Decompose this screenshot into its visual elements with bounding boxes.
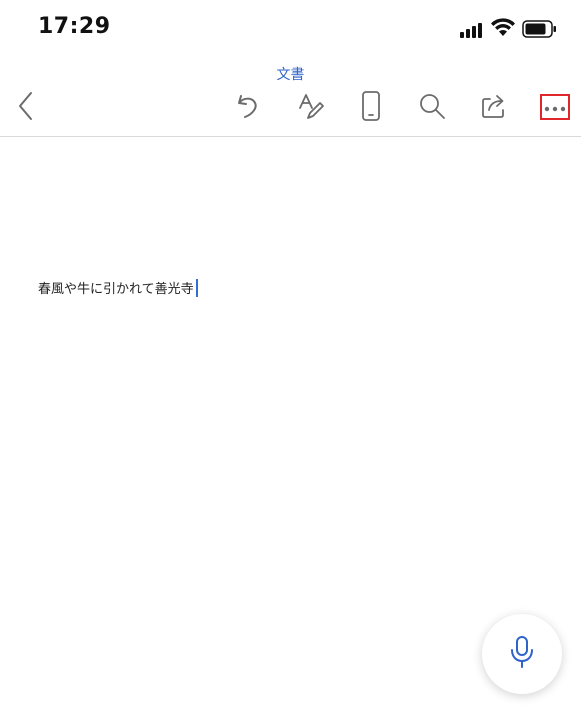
draw-icon (296, 91, 326, 121)
share-icon (479, 91, 509, 121)
share-button[interactable] (476, 88, 512, 124)
back-button[interactable] (8, 88, 44, 124)
search-icon (417, 91, 447, 121)
back-icon (16, 90, 36, 122)
document-title: 文書 (276, 67, 305, 83)
document-body[interactable]: 春風や牛に引かれて善光寺 (38, 279, 198, 300)
undo-button[interactable] (230, 88, 266, 124)
draw-button[interactable] (293, 88, 329, 124)
mobile-view-button[interactable] (353, 88, 389, 124)
document-text: 春風や牛に引かれて善光寺 (38, 282, 194, 297)
dictate-button[interactable] (482, 614, 562, 694)
text-cursor (195, 279, 198, 297)
status-time: 17:29 (38, 14, 111, 39)
signal-icon (460, 22, 484, 38)
search-button[interactable] (414, 88, 450, 124)
status-bar: 17:29 (0, 0, 581, 60)
battery-icon (522, 20, 558, 38)
microphone-icon (508, 635, 536, 673)
more-icon (543, 98, 567, 117)
mobile-view-icon (359, 90, 383, 122)
undo-icon (233, 91, 263, 121)
wifi-icon (490, 18, 516, 38)
more-button[interactable] (540, 94, 570, 120)
